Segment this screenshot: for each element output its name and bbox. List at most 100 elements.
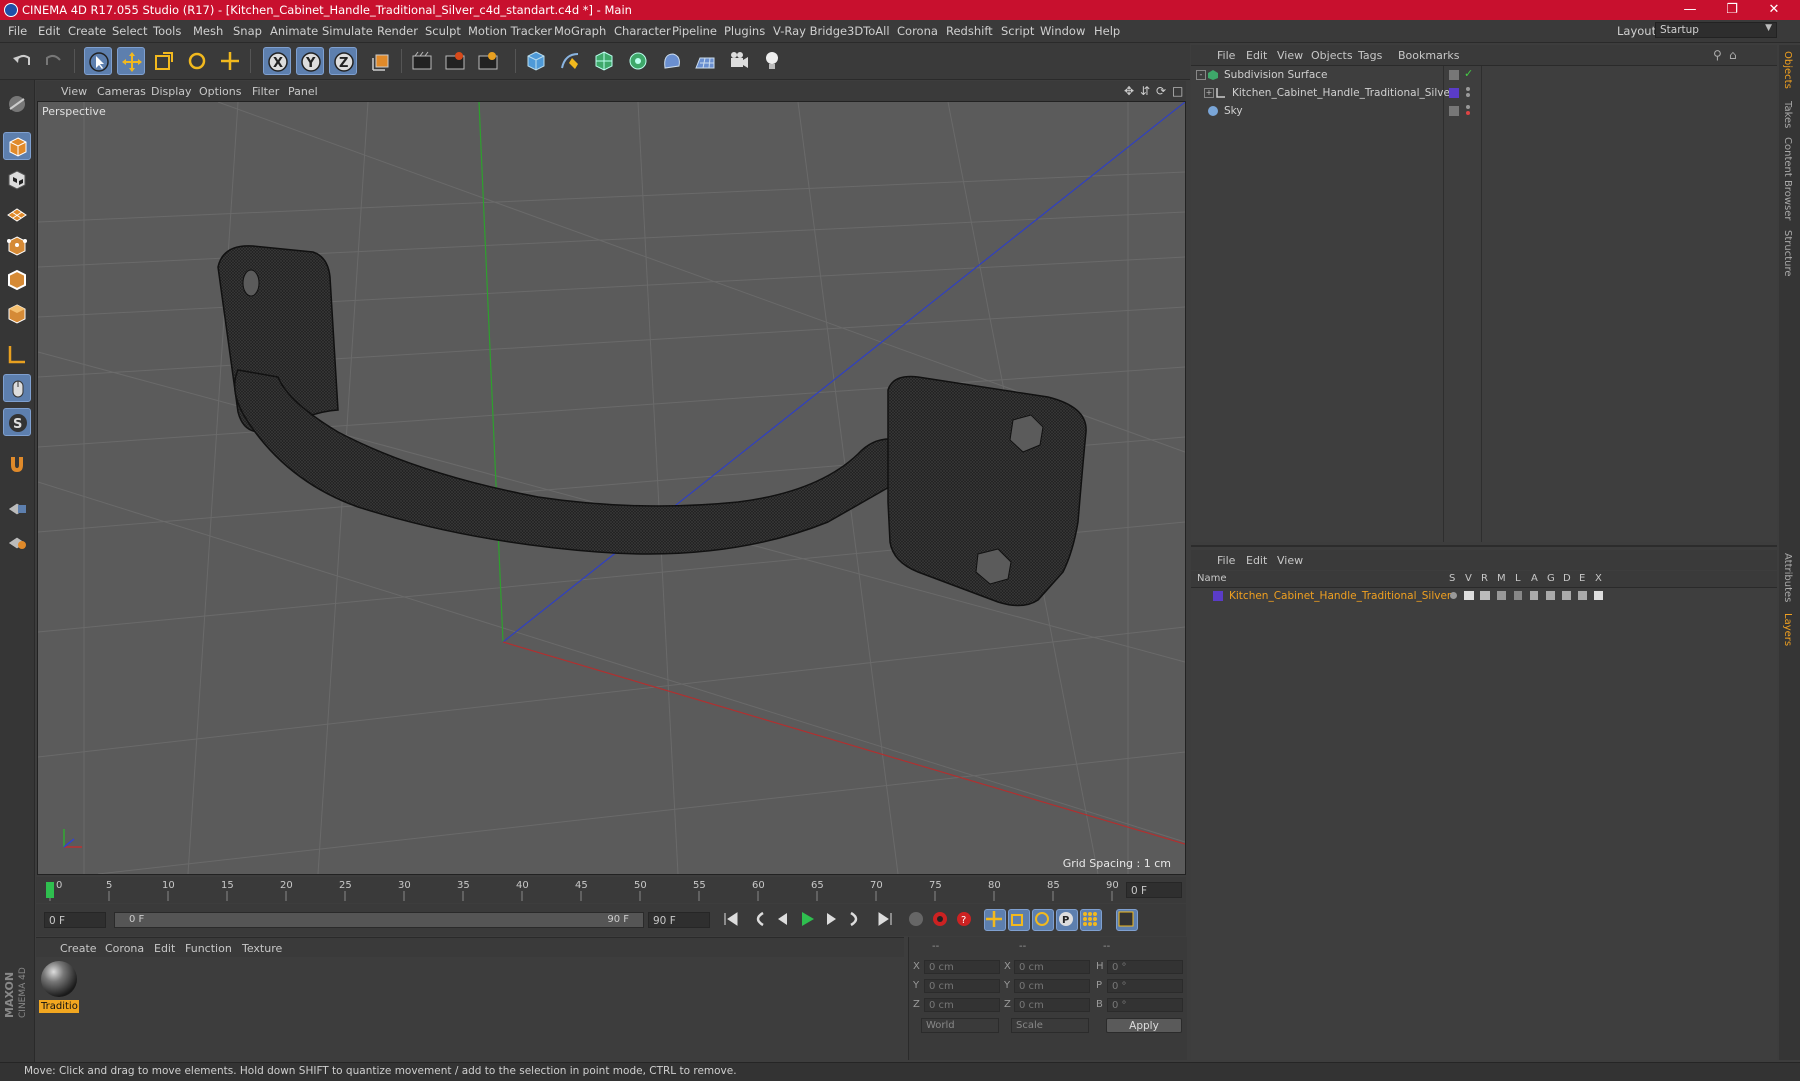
previous-frame-button[interactable] — [773, 909, 795, 931]
cloner-button[interactable] — [624, 47, 652, 75]
size-y-field[interactable]: 0 cm — [1014, 979, 1090, 993]
layer-tag-icon[interactable] — [1449, 106, 1459, 116]
layer-color-swatch[interactable] — [1213, 591, 1223, 601]
texture-mode-button[interactable] — [3, 166, 31, 194]
timeline-ruler[interactable]: 0 5 10 15 20 25 30 35 40 45 50 55 60 65 … — [36, 877, 1186, 903]
layer-col-render[interactable]: R — [1481, 573, 1488, 584]
playhead[interactable] — [46, 882, 54, 898]
animation-icon[interactable] — [1530, 591, 1538, 600]
menu-window[interactable]: Window — [1040, 24, 1085, 38]
size-z-field[interactable]: 0 cm — [1014, 998, 1090, 1012]
viewport-menu-display[interactable]: Display — [151, 85, 192, 98]
end-frame-field[interactable]: 90 F — [648, 912, 710, 928]
viewport-menu-view[interactable]: View — [61, 85, 87, 98]
subdivision-surface-button[interactable] — [590, 47, 618, 75]
layer-tag-icon[interactable] — [1449, 70, 1459, 80]
collapse-icon[interactable]: - — [1196, 70, 1206, 80]
material-menu-edit[interactable]: Edit — [154, 942, 175, 955]
previous-key-button[interactable] — [749, 909, 771, 931]
layer-col-solo[interactable]: S — [1449, 573, 1455, 584]
layer-col-deformers[interactable]: D — [1563, 573, 1571, 584]
close-button[interactable]: ✕ — [1754, 0, 1794, 20]
menu-animate[interactable]: Animate — [270, 24, 318, 38]
menu-vray-bridge[interactable]: V-Ray Bridge — [773, 24, 847, 38]
layer-col-generators[interactable]: G — [1547, 573, 1555, 584]
tab-structure[interactable]: Structure — [1782, 230, 1793, 277]
workplane-lock-button[interactable] — [3, 492, 31, 520]
layer-col-locked[interactable]: L — [1515, 573, 1521, 584]
enabled-check-icon[interactable]: ✓ — [1464, 67, 1473, 80]
transform-tool-button[interactable] — [216, 47, 244, 75]
redo-button[interactable] — [40, 47, 68, 75]
spline-pen-button[interactable] — [556, 47, 584, 75]
snapping-button[interactable]: S — [3, 408, 31, 436]
viewport-rotate-icon[interactable]: ⟳ — [1156, 84, 1166, 98]
menu-snap[interactable]: Snap — [233, 24, 262, 38]
menu-sculpt[interactable]: Sculpt — [425, 24, 461, 38]
menu-script[interactable]: Script — [1001, 24, 1034, 38]
go-to-start-button[interactable] — [721, 909, 743, 931]
rotation-p-field[interactable]: 0 ° — [1107, 979, 1183, 993]
viewport-menu-filter[interactable]: Filter — [252, 85, 279, 98]
object-row-sky[interactable]: Sky — [1191, 103, 1777, 121]
position-key-button[interactable] — [984, 909, 1006, 931]
position-y-field[interactable]: 0 cm — [924, 979, 1000, 993]
z-axis-lock-button[interactable]: Z — [329, 47, 357, 75]
points-mode-button[interactable] — [3, 232, 31, 260]
apply-button[interactable]: Apply — [1106, 1018, 1182, 1033]
manager-icon[interactable] — [1497, 591, 1506, 600]
rotation-h-field[interactable]: 0 ° — [1107, 960, 1183, 974]
go-to-end-button[interactable] — [875, 909, 897, 931]
model-mode-button[interactable] — [3, 132, 31, 160]
coordinate-space-dropdown[interactable]: World — [921, 1018, 999, 1033]
object-row-kitchen-cabinet-handle[interactable]: + Kitchen_Cabinet_Handle_Traditional_Sil… — [1191, 85, 1777, 103]
scale-key-button[interactable] — [1008, 909, 1030, 931]
scale-tool-button[interactable] — [150, 47, 178, 75]
rotation-key-button[interactable] — [1032, 909, 1054, 931]
menu-help[interactable]: Help — [1094, 24, 1120, 38]
tab-attributes[interactable]: Attributes — [1782, 553, 1793, 602]
search-icon[interactable]: ⚲ — [1713, 48, 1722, 62]
objects-menu-bookmarks[interactable]: Bookmarks — [1398, 49, 1459, 62]
material-menu-texture[interactable]: Texture — [242, 942, 282, 955]
material-menu-function[interactable]: Function — [185, 942, 232, 955]
objects-menu-tags[interactable]: Tags — [1358, 49, 1382, 62]
menu-simulate[interactable]: Simulate — [322, 24, 373, 38]
object-row-subdivision-surface[interactable]: - Subdivision Surface ✓ — [1191, 67, 1777, 85]
position-z-field[interactable]: 0 cm — [924, 998, 1000, 1012]
layer-col-xref[interactable]: X — [1595, 573, 1602, 584]
x-axis-lock-button[interactable]: X — [263, 47, 291, 75]
position-x-field[interactable]: 0 cm — [924, 960, 1000, 974]
layer-col-expressions[interactable]: E — [1579, 573, 1585, 584]
layer-col-animation[interactable]: A — [1531, 573, 1538, 584]
menu-pipeline[interactable]: Pipeline — [672, 24, 717, 38]
objects-menu-objects[interactable]: Objects — [1311, 49, 1353, 62]
select-tool-button[interactable] — [84, 47, 112, 75]
layout-dropdown[interactable]: Startup ▼ — [1655, 22, 1777, 38]
next-key-button[interactable] — [845, 909, 867, 931]
coordinate-system-button[interactable] — [368, 47, 396, 75]
restore-button[interactable]: ❐ — [1712, 0, 1752, 20]
menu-select[interactable]: Select — [112, 24, 147, 38]
render-view-button[interactable] — [408, 47, 436, 75]
menu-plugins[interactable]: Plugins — [724, 24, 765, 38]
deformer-icon[interactable] — [1562, 591, 1571, 600]
viewport-pan-icon[interactable]: ✥ — [1124, 84, 1134, 98]
timeline-window-button[interactable] — [1116, 909, 1138, 931]
menu-redshift[interactable]: Redshift — [946, 24, 993, 38]
lock-icon[interactable] — [1514, 591, 1522, 600]
objects-menu-edit[interactable]: Edit — [1246, 49, 1267, 62]
autokeying-button[interactable]: ? — [954, 909, 976, 931]
layers-menu-file[interactable]: File — [1217, 554, 1235, 567]
generator-icon[interactable] — [1546, 591, 1555, 600]
material-menu-create[interactable]: Create — [60, 942, 97, 955]
menu-motion-tracker[interactable]: Motion Tracker — [468, 24, 552, 38]
record-active-objects-button[interactable] — [930, 909, 952, 931]
expand-icon[interactable]: + — [1204, 88, 1214, 98]
rotation-b-field[interactable]: 0 ° — [1107, 998, 1183, 1012]
layer-col-manager[interactable]: M — [1497, 573, 1506, 584]
tab-layers[interactable]: Layers — [1782, 613, 1793, 646]
render-clapper-icon[interactable] — [1480, 591, 1490, 600]
viewport-maximize-icon[interactable]: □ — [1172, 84, 1183, 98]
home-icon[interactable]: ⌂ — [1729, 48, 1737, 62]
